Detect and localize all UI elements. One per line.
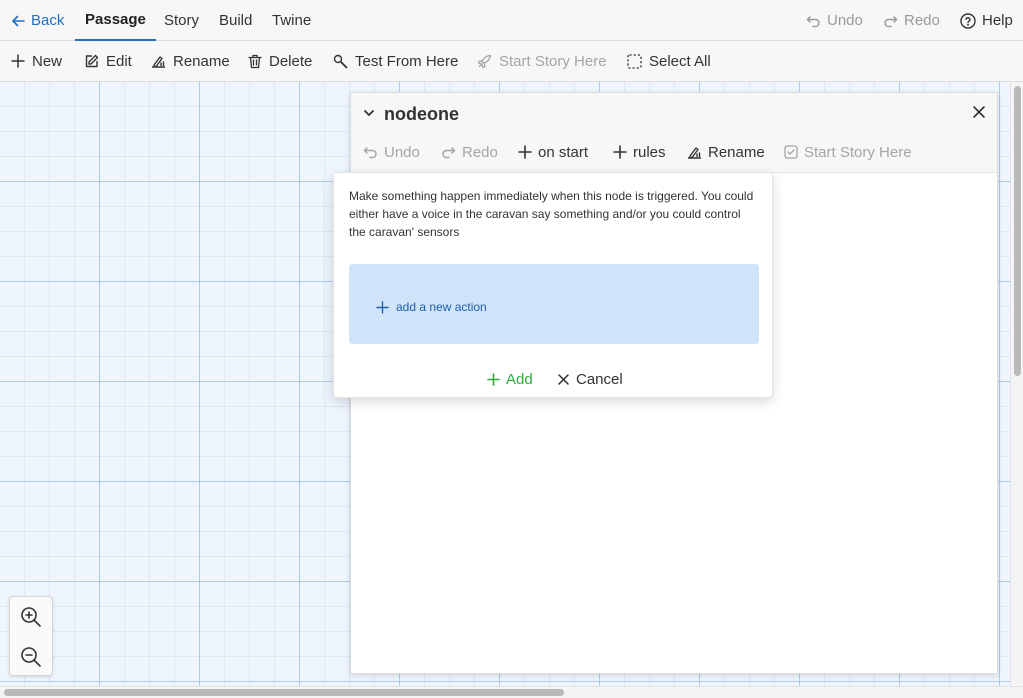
back-label: Back [31,12,65,29]
redo-label: Redo [904,12,940,29]
add-label: Add [506,370,533,388]
start-story-here-label: Start Story Here [499,52,607,70]
zoom-in-button[interactable] [10,597,52,637]
signature-icon [151,54,166,69]
start-story-here-label: Start Story Here [804,143,912,161]
test-from-here-button[interactable]: Test From Here [333,41,458,81]
undo-icon [806,14,821,28]
plus-icon [613,145,627,159]
zoom-out-button[interactable] [10,637,52,677]
plus-icon [487,372,500,386]
new-button[interactable]: New [11,41,62,81]
tab-passage[interactable]: Passage [75,0,156,41]
undo-icon [363,145,378,159]
checkbox-icon [784,145,798,159]
new-label: New [32,52,63,70]
tab-story[interactable]: Story [164,0,199,41]
passage-toolbar: New Edit Rename Delete Test From Here St… [0,41,1023,82]
select-dashed-icon [627,53,642,69]
add-button[interactable]: Add [487,369,533,389]
dialog-undo-button[interactable]: Undo [363,141,420,163]
dialog-redo-button[interactable]: Redo [441,141,498,163]
plus-icon [11,54,25,68]
zoom-controls [9,596,53,676]
cancel-label: Cancel [576,370,623,388]
top-tab-bar: Back Passage Story Build Twine Undo Redo… [0,0,1023,41]
zoom-in-icon [20,606,42,628]
actions-area: add a new action [349,264,759,344]
rename-label: Rename [708,143,765,161]
chevron-down-icon[interactable] [363,107,375,119]
start-story-here-button[interactable]: Start Story Here [477,41,607,81]
signature-icon [687,145,702,160]
select-all-button[interactable]: Select All [627,41,711,81]
dialog-rename-button[interactable]: Rename [687,141,765,163]
rename-label: Rename [173,52,230,70]
dialog-title: nodeone [384,104,459,124]
rules-label: rules [633,143,666,161]
tab-label: Twine [272,12,312,29]
undo-label: Undo [827,12,863,29]
tab-build[interactable]: Build [219,0,252,41]
undo-label: Undo [384,143,420,161]
redo-icon [883,14,898,28]
help-button[interactable]: Help [960,0,1013,41]
add-new-action-button[interactable]: add a new action [376,300,487,314]
edit-icon [84,54,99,69]
dialog-header: nodeone Undo Redo on start rules Rename … [351,93,997,173]
help-icon [960,12,976,29]
rocket-icon [477,54,492,69]
plus-icon [376,300,389,314]
undo-button[interactable]: Undo [806,0,863,41]
select-all-label: Select All [649,52,711,70]
edit-label: Edit [106,52,132,70]
back-button[interactable]: Back [11,0,64,41]
tab-label: Story [164,12,200,29]
rename-button[interactable]: Rename [151,41,230,81]
delete-label: Delete [269,52,313,70]
arrow-left-icon [11,14,25,28]
vertical-scroll-thumb[interactable] [1014,86,1021,376]
tab-twine[interactable]: Twine [272,0,311,41]
redo-button[interactable]: Redo [883,0,940,41]
rules-button[interactable]: rules [613,141,666,163]
close-icon [557,373,570,386]
zoom-out-icon [20,646,42,668]
help-label: Help [982,12,1013,29]
dialog-start-story-here-button[interactable]: Start Story Here [784,141,912,163]
on-start-button[interactable]: on start [518,141,588,163]
trash-icon [248,54,262,69]
add-new-action-label: add a new action [396,300,487,314]
edit-button[interactable]: Edit [84,41,132,81]
vertical-scrollbar[interactable] [1010,82,1023,686]
horizontal-scrollbar[interactable] [0,686,1023,698]
cancel-button[interactable]: Cancel [557,369,623,389]
delete-button[interactable]: Delete [248,41,312,81]
popover-description: Make something happen immediately when t… [349,189,754,239]
on-start-label: on start [538,143,589,161]
close-icon[interactable] [971,104,987,120]
tool-icon [333,54,348,69]
redo-icon [441,145,456,159]
on-start-popover: Make something happen immediately when t… [333,172,773,398]
tab-label: Build [219,12,253,29]
test-from-here-label: Test From Here [355,52,459,70]
horizontal-scroll-thumb[interactable] [4,689,564,696]
tab-label: Passage [85,11,146,28]
plus-icon [518,145,532,159]
redo-label: Redo [462,143,498,161]
